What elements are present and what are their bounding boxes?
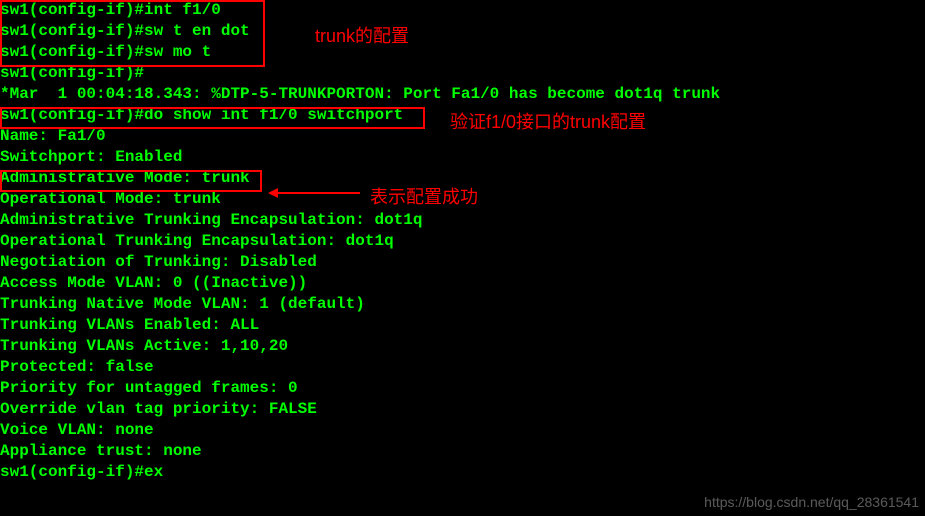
terminal-line: Protected: false bbox=[0, 357, 925, 378]
annotation-label-verify: 验证f1/0接口的trunk配置 bbox=[450, 108, 646, 134]
terminal-line: Priority for untagged frames: 0 bbox=[0, 378, 925, 399]
terminal-line: Voice VLAN: none bbox=[0, 420, 925, 441]
terminal-line: Operational Trunking Encapsulation: dot1… bbox=[0, 231, 925, 252]
annotation-arrow-line bbox=[275, 192, 360, 194]
annotation-label-success: 表示配置成功 bbox=[370, 183, 478, 209]
terminal-line: Switchport: Enabled bbox=[0, 147, 925, 168]
terminal-line: Administrative Trunking Encapsulation: d… bbox=[0, 210, 925, 231]
terminal-line: sw1(config-if)#sw t en dot bbox=[0, 21, 925, 42]
annotation-label-trunk: trunk的配置 bbox=[315, 22, 409, 48]
terminal-line: Trunking VLANs Enabled: ALL bbox=[0, 315, 925, 336]
terminal-line: Access Mode VLAN: 0 ((Inactive)) bbox=[0, 273, 925, 294]
terminal-line: Override vlan tag priority: FALSE bbox=[0, 399, 925, 420]
terminal-line: Trunking VLANs Active: 1,10,20 bbox=[0, 336, 925, 357]
terminal-line: sw1(config-if)#int f1/0 bbox=[0, 0, 925, 21]
annotation-arrow-head bbox=[268, 188, 278, 198]
watermark: https://blog.csdn.net/qq_28361541 bbox=[704, 494, 919, 510]
terminal-line: sw1(config-if)# bbox=[0, 63, 925, 84]
terminal-line: Trunking Native Mode VLAN: 1 (default) bbox=[0, 294, 925, 315]
terminal-line: Negotiation of Trunking: Disabled bbox=[0, 252, 925, 273]
terminal-line: Appliance trust: none bbox=[0, 441, 925, 462]
terminal-line: sw1(config-if)#ex bbox=[0, 462, 925, 483]
terminal-line: *Mar 1 00:04:18.343: %DTP-5-TRUNKPORTON:… bbox=[0, 84, 925, 105]
terminal-line: sw1(config-if)#sw mo t bbox=[0, 42, 925, 63]
